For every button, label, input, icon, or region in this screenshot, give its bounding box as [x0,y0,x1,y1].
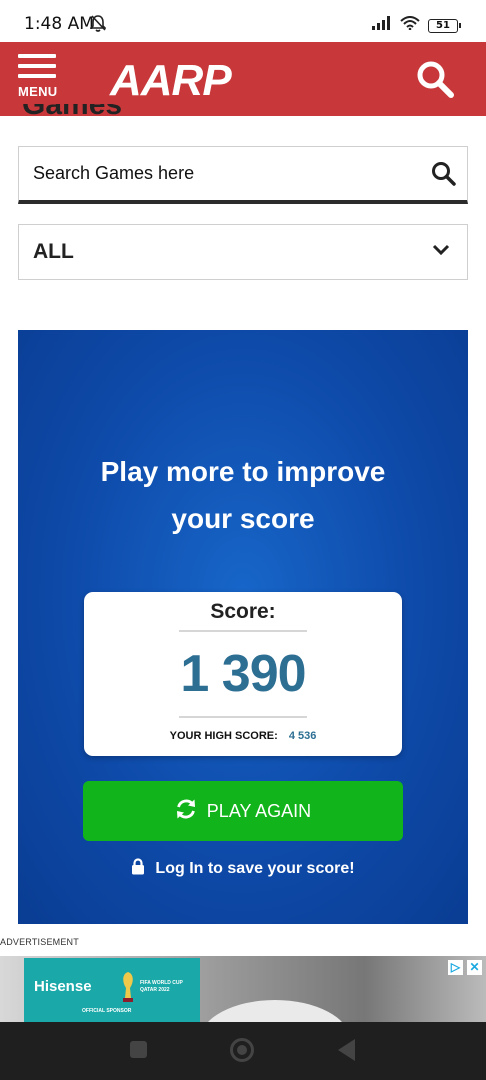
status-bar: 1:48 AM 51 [0,0,486,42]
score-label: Score: [210,600,276,623]
high-score-row: YOUR HIGH SCORE: 4 536 [84,730,402,742]
high-score-label: YOUR HIGH SCORE: [169,730,278,742]
login-link[interactable]: Log In to save your score! [18,858,468,880]
score-card: Score: 1 390 YOUR HIGH SCORE: 4 536 [84,592,402,756]
lock-icon [131,858,145,880]
divider [179,716,307,718]
trophy-icon [120,970,136,1009]
search-input[interactable] [33,163,413,184]
aarp-logo[interactable]: AARP [110,56,232,106]
search-submit-button[interactable] [431,161,457,192]
hamburger-icon [18,54,56,58]
system-nav-bar [0,1022,486,1080]
ad-choices[interactable]: ▷ ✕ [448,960,482,975]
logo-text: AARP [110,56,232,105]
home-button[interactable] [230,1038,254,1062]
ad-choices-icon[interactable]: ▷ [448,960,463,975]
score-value: 1 390 [180,645,306,703]
recent-apps-button[interactable] [130,1041,147,1058]
ad-logo-block: Hisense FIFA WORLD CUP QATAR 2022 OFFICI… [24,958,200,1022]
bell-off-icon [89,15,107,37]
hamburger-icon-bar [18,64,56,68]
divider [179,630,307,632]
refresh-icon [175,798,197,825]
ad-label: ADVERTISEMENT [0,937,79,947]
battery-icon: 51 [428,18,461,33]
high-score-value: 4 536 [288,730,317,742]
close-icon[interactable]: ✕ [467,960,482,975]
page-title: Games [22,104,122,116]
status-icons: 51 [372,16,461,35]
game-search [18,146,468,204]
search-icon [416,61,454,102]
back-button[interactable] [338,1039,355,1061]
ad-product-image [200,1000,350,1022]
hamburger-icon-bar [18,74,56,78]
ad-brand: Hisense [34,978,92,995]
ad-banner[interactable]: Hisense FIFA WORLD CUP QATAR 2022 OFFICI… [0,956,486,1022]
game-result-panel: Play more to improve your score Score: 1… [18,330,468,924]
wifi-icon [400,16,420,35]
menu-button[interactable]: MENU [18,54,62,104]
category-dropdown[interactable]: ALL [18,224,468,280]
menu-label: MENU [18,84,58,99]
result-headline: Play more to improve your score [18,448,468,542]
play-again-button[interactable]: PLAY AGAIN [83,781,403,841]
header-search-button[interactable] [416,60,454,103]
ad-event-text: FIFA WORLD CUP QATAR 2022 [140,980,183,993]
signal-icon [372,16,392,35]
dropdown-selected-value: ALL [33,240,74,263]
login-prompt: Log In to save your score! [155,860,355,877]
headline-line-2: your score [171,503,315,534]
chevron-down-icon [431,243,451,262]
ad-sponsor-text: OFFICIAL SPONSOR [82,1008,132,1014]
search-icon [432,162,456,186]
headline-line-1: Play more to improve [100,456,386,487]
status-time: 1:48 AM [24,14,94,34]
play-again-label: PLAY AGAIN [206,800,312,821]
